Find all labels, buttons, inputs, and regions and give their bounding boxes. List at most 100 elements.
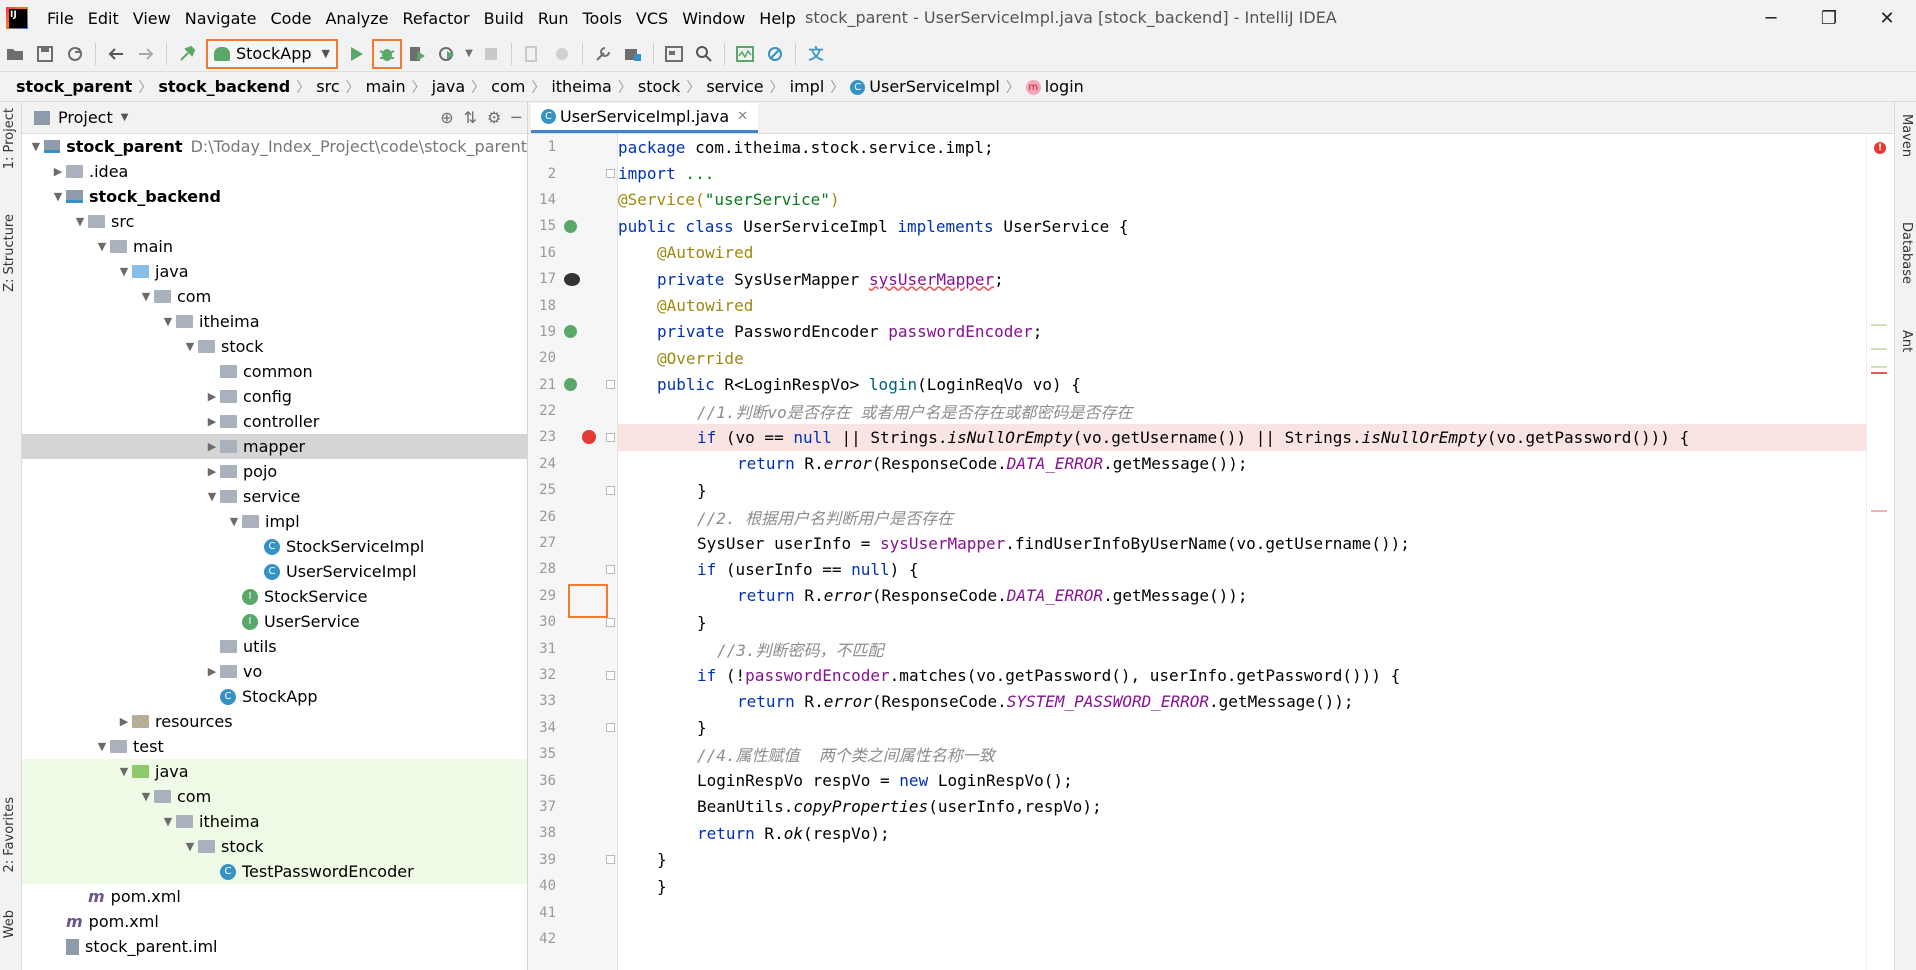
gutter-line[interactable]: 23 [528,424,617,450]
tab-structure[interactable]: Z: Structure [2,214,17,292]
gutter-line[interactable]: 16 [528,240,617,266]
chevron-down-icon[interactable]: ▼ [94,740,110,753]
attach-debugger-icon[interactable] [517,39,547,69]
spring-bean-icon[interactable] [564,378,577,392]
gutter-line[interactable]: 14 [528,187,617,213]
breadcrumb-item[interactable]: service [700,77,769,96]
minimize-button[interactable]: ─ [1742,0,1800,36]
tree-item[interactable]: ▼ itheima [22,809,527,834]
menu-analyze[interactable]: Analyze [318,9,395,28]
gutter-line[interactable]: 24 [528,451,617,477]
fold-marker-icon[interactable] [606,855,615,865]
tree-item[interactable]: ▼ com [22,284,527,309]
chevron-down-icon[interactable]: ▼ [116,765,132,778]
collapse-all-icon[interactable]: ⇅ [464,108,477,127]
fold-marker-icon[interactable] [606,670,615,680]
close-icon[interactable]: ✕ [737,109,748,124]
chevron-down-icon[interactable]: ▼ [182,340,198,353]
chevron-down-icon[interactable]: ▼ [138,290,154,303]
forward-arrow-icon[interactable] [131,39,161,69]
translate-icon[interactable]: 文 [801,39,831,69]
spring-bean-icon[interactable] [564,219,577,233]
error-stripe[interactable]: ! [1866,134,1894,970]
breadcrumb-item[interactable]: stock [632,77,686,96]
fold-marker-icon[interactable] [606,723,615,733]
tree-item[interactable]: stock_parent.iml [22,934,527,959]
gutter-line[interactable]: 17 [528,266,617,292]
menu-window[interactable]: Window [675,9,752,28]
tree-item[interactable]: ▼ main [22,234,527,259]
chevron-right-icon[interactable]: ▶ [116,715,132,728]
chevron-right-icon[interactable]: ▶ [204,440,220,453]
menu-navigate[interactable]: Navigate [178,9,264,28]
gutter-line[interactable]: 2 [528,160,617,186]
menu-build[interactable]: Build [477,9,531,28]
breakpoint-marker[interactable] [1871,510,1887,512]
tree-item[interactable]: ▼ java [22,259,527,284]
open-folder-icon[interactable] [0,39,30,69]
remote-icon[interactable] [547,39,577,69]
hide-panel-icon[interactable]: ─ [511,108,521,127]
chevron-down-icon[interactable]: ▼ [182,840,198,853]
tree-root[interactable]: ▼ stock_parent D:\Today_Index_Project\co… [22,134,527,159]
tree-item[interactable]: ▼ itheima [22,309,527,334]
chevron-down-icon[interactable]: ▼ [28,140,44,153]
gutter-line[interactable]: 41 [528,899,617,925]
tree-item[interactable]: ▶ vo [22,659,527,684]
tree-item[interactable]: C TestPasswordEncoder [22,859,527,884]
gutter-line[interactable]: 32 [528,662,617,688]
gutter-line[interactable]: 31 [528,635,617,661]
menu-file[interactable]: File [40,9,81,28]
gutter-line[interactable]: 37 [528,794,617,820]
change-marker[interactable] [1871,348,1887,350]
mybatis-bird-icon[interactable] [564,272,580,286]
breadcrumb-method[interactable]: m login [1020,77,1090,96]
tree-item[interactable]: ▼ com [22,784,527,809]
fold-marker-icon[interactable] [606,380,615,390]
locate-target-icon[interactable]: ⊕ [440,108,453,127]
menu-code[interactable]: Code [264,9,319,28]
error-marker[interactable] [1871,372,1887,374]
breadcrumb-item[interactable]: itheima [545,77,618,96]
chevron-down-icon[interactable]: ▼ [462,39,476,69]
breadcrumb-item[interactable]: stock_parent [10,77,138,96]
tab-maven[interactable]: Maven [1899,114,1914,157]
chevron-down-icon[interactable]: ▼ [160,315,176,328]
tree-item[interactable]: utils [22,634,527,659]
breadcrumb-item[interactable]: java [426,77,472,96]
fold-marker-icon[interactable] [606,564,615,574]
menu-vcs[interactable]: VCS [629,9,675,28]
chevron-down-icon[interactable]: ▼ [72,215,88,228]
close-window-button[interactable]: ✕ [1858,0,1916,36]
breakpoint-icon[interactable] [582,430,596,445]
change-marker[interactable] [1871,366,1887,368]
gutter-line[interactable]: 40 [528,873,617,899]
run-config-selector[interactable]: StockApp ▼ [206,38,339,69]
debug-icon[interactable] [372,38,403,69]
gutter-line[interactable]: 19 [528,319,617,345]
chevron-right-icon[interactable]: ▶ [204,465,220,478]
fold-marker-icon[interactable] [606,432,615,442]
menu-help[interactable]: Help [752,9,802,28]
chevron-down-icon[interactable]: ▼ [116,265,132,278]
spring-bean-icon[interactable] [564,325,577,339]
gutter-line[interactable]: 39 [528,847,617,873]
gutter-line[interactable]: 21 [528,372,617,398]
tree-item[interactable]: ▼ stock_backend [22,184,527,209]
search-icon[interactable] [689,39,719,69]
gutter-line[interactable]: 42 [528,926,617,952]
tree-item[interactable]: ▶ controller [22,409,527,434]
no-entry-icon[interactable] [760,39,790,69]
breadcrumb-item[interactable]: stock_backend [152,77,296,96]
gutter-line[interactable]: 38 [528,820,617,846]
breadcrumb-item[interactable]: com [485,77,531,96]
tab-web[interactable]: Web [2,910,17,938]
sync-icon[interactable] [60,39,90,69]
code-area[interactable]: package com.itheima.stock.service.impl; … [618,134,1866,970]
chevron-down-icon[interactable]: ▼ [94,240,110,253]
chevron-down-icon[interactable]: ▼ [138,790,154,803]
tree-item[interactable]: ▼ stock [22,834,527,859]
gutter-line[interactable]: 34 [528,715,617,741]
fold-marker-icon[interactable] [606,169,615,179]
tab-database[interactable]: Database [1899,222,1914,284]
